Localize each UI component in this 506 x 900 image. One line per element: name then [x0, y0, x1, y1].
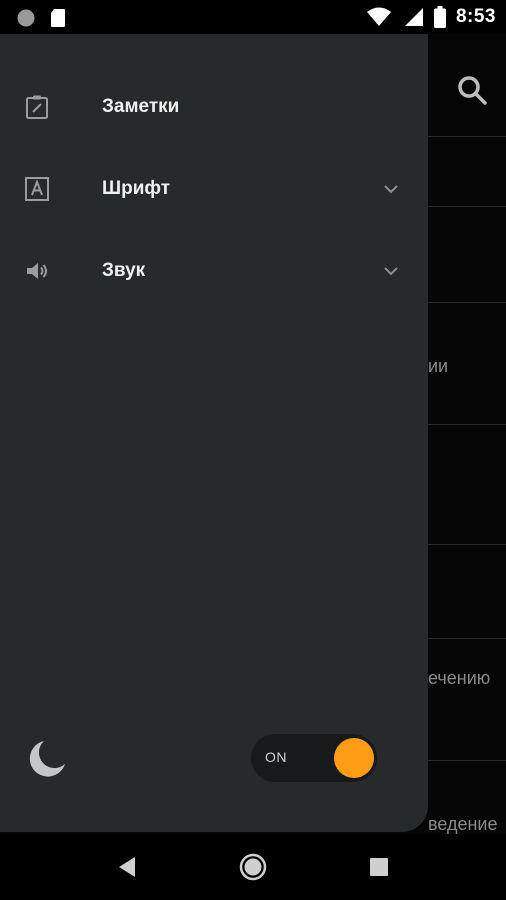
background-text: ии	[428, 356, 449, 376]
chevron-down-icon[interactable]	[382, 180, 400, 198]
divider	[428, 206, 506, 207]
navigation-drawer: Заметки Шрифт Звук ON	[0, 34, 428, 832]
circle-notification-icon	[17, 9, 35, 27]
divider	[428, 136, 506, 137]
status-bar: 8:53	[0, 0, 506, 34]
chevron-down-icon[interactable]	[382, 262, 400, 280]
divider	[428, 424, 506, 425]
divider	[428, 302, 506, 303]
drawer-item-label: Шрифт	[102, 178, 171, 199]
drawer-item-font[interactable]: Шрифт	[0, 161, 428, 217]
drawer-item-label: Заметки	[102, 96, 180, 117]
divider	[428, 638, 506, 639]
toggle-label: ON	[265, 749, 287, 765]
home-button[interactable]	[239, 853, 267, 881]
back-icon	[119, 857, 135, 877]
wifi-icon	[366, 7, 391, 26]
volume-icon	[24, 258, 50, 284]
font-icon	[24, 176, 50, 202]
back-button[interactable]	[113, 853, 141, 881]
moon-icon	[29, 741, 65, 777]
system-nav-bar	[0, 834, 506, 900]
search-icon[interactable]	[456, 74, 488, 106]
background-text: ведение	[428, 814, 498, 834]
notes-icon	[24, 94, 50, 120]
clock: 8:53	[455, 6, 496, 27]
background-text: ечению	[428, 668, 491, 688]
drawer-item-label: Звук	[102, 260, 146, 281]
divider	[428, 760, 506, 761]
recents-icon	[370, 858, 388, 876]
drawer-item-sound[interactable]: Звук	[0, 243, 428, 299]
sd-card-icon	[51, 9, 65, 27]
battery-icon	[433, 6, 446, 28]
recents-button[interactable]	[365, 853, 393, 881]
signal-icon	[404, 8, 423, 26]
home-icon	[239, 853, 267, 881]
divider	[428, 544, 506, 545]
night-mode-toggle[interactable]: ON	[251, 734, 377, 782]
toggle-knob[interactable]	[334, 738, 374, 778]
drawer-item-notes[interactable]: Заметки	[0, 79, 428, 135]
